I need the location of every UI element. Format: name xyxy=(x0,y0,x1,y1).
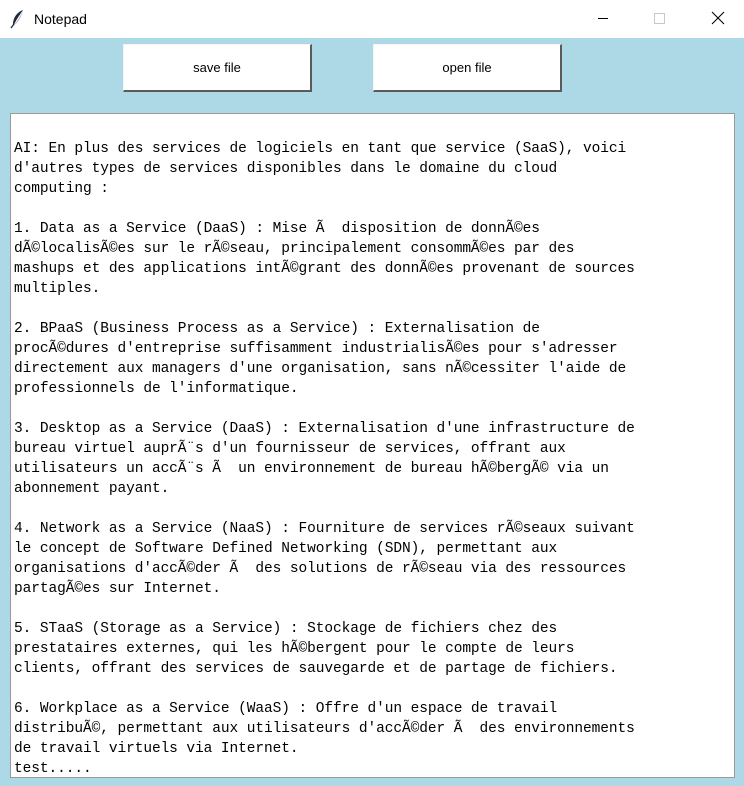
open-file-button[interactable]: open file xyxy=(373,44,562,92)
minimize-button[interactable] xyxy=(580,0,626,36)
maximize-icon xyxy=(654,13,665,24)
window-title: Notepad xyxy=(34,11,87,27)
feather-icon xyxy=(10,9,26,29)
close-button[interactable] xyxy=(695,0,741,36)
notepad-client-area: save file open file AI: En plus des serv… xyxy=(0,38,744,786)
text-editor[interactable]: AI: En plus des services de logiciels en… xyxy=(10,113,735,778)
title-bar[interactable]: Notepad xyxy=(0,0,744,38)
maximize-button[interactable] xyxy=(637,0,683,36)
minimize-icon xyxy=(598,18,608,19)
editor-content[interactable]: AI: En plus des services de logiciels en… xyxy=(14,139,734,777)
close-icon xyxy=(711,11,725,25)
save-file-button[interactable]: save file xyxy=(123,44,312,92)
